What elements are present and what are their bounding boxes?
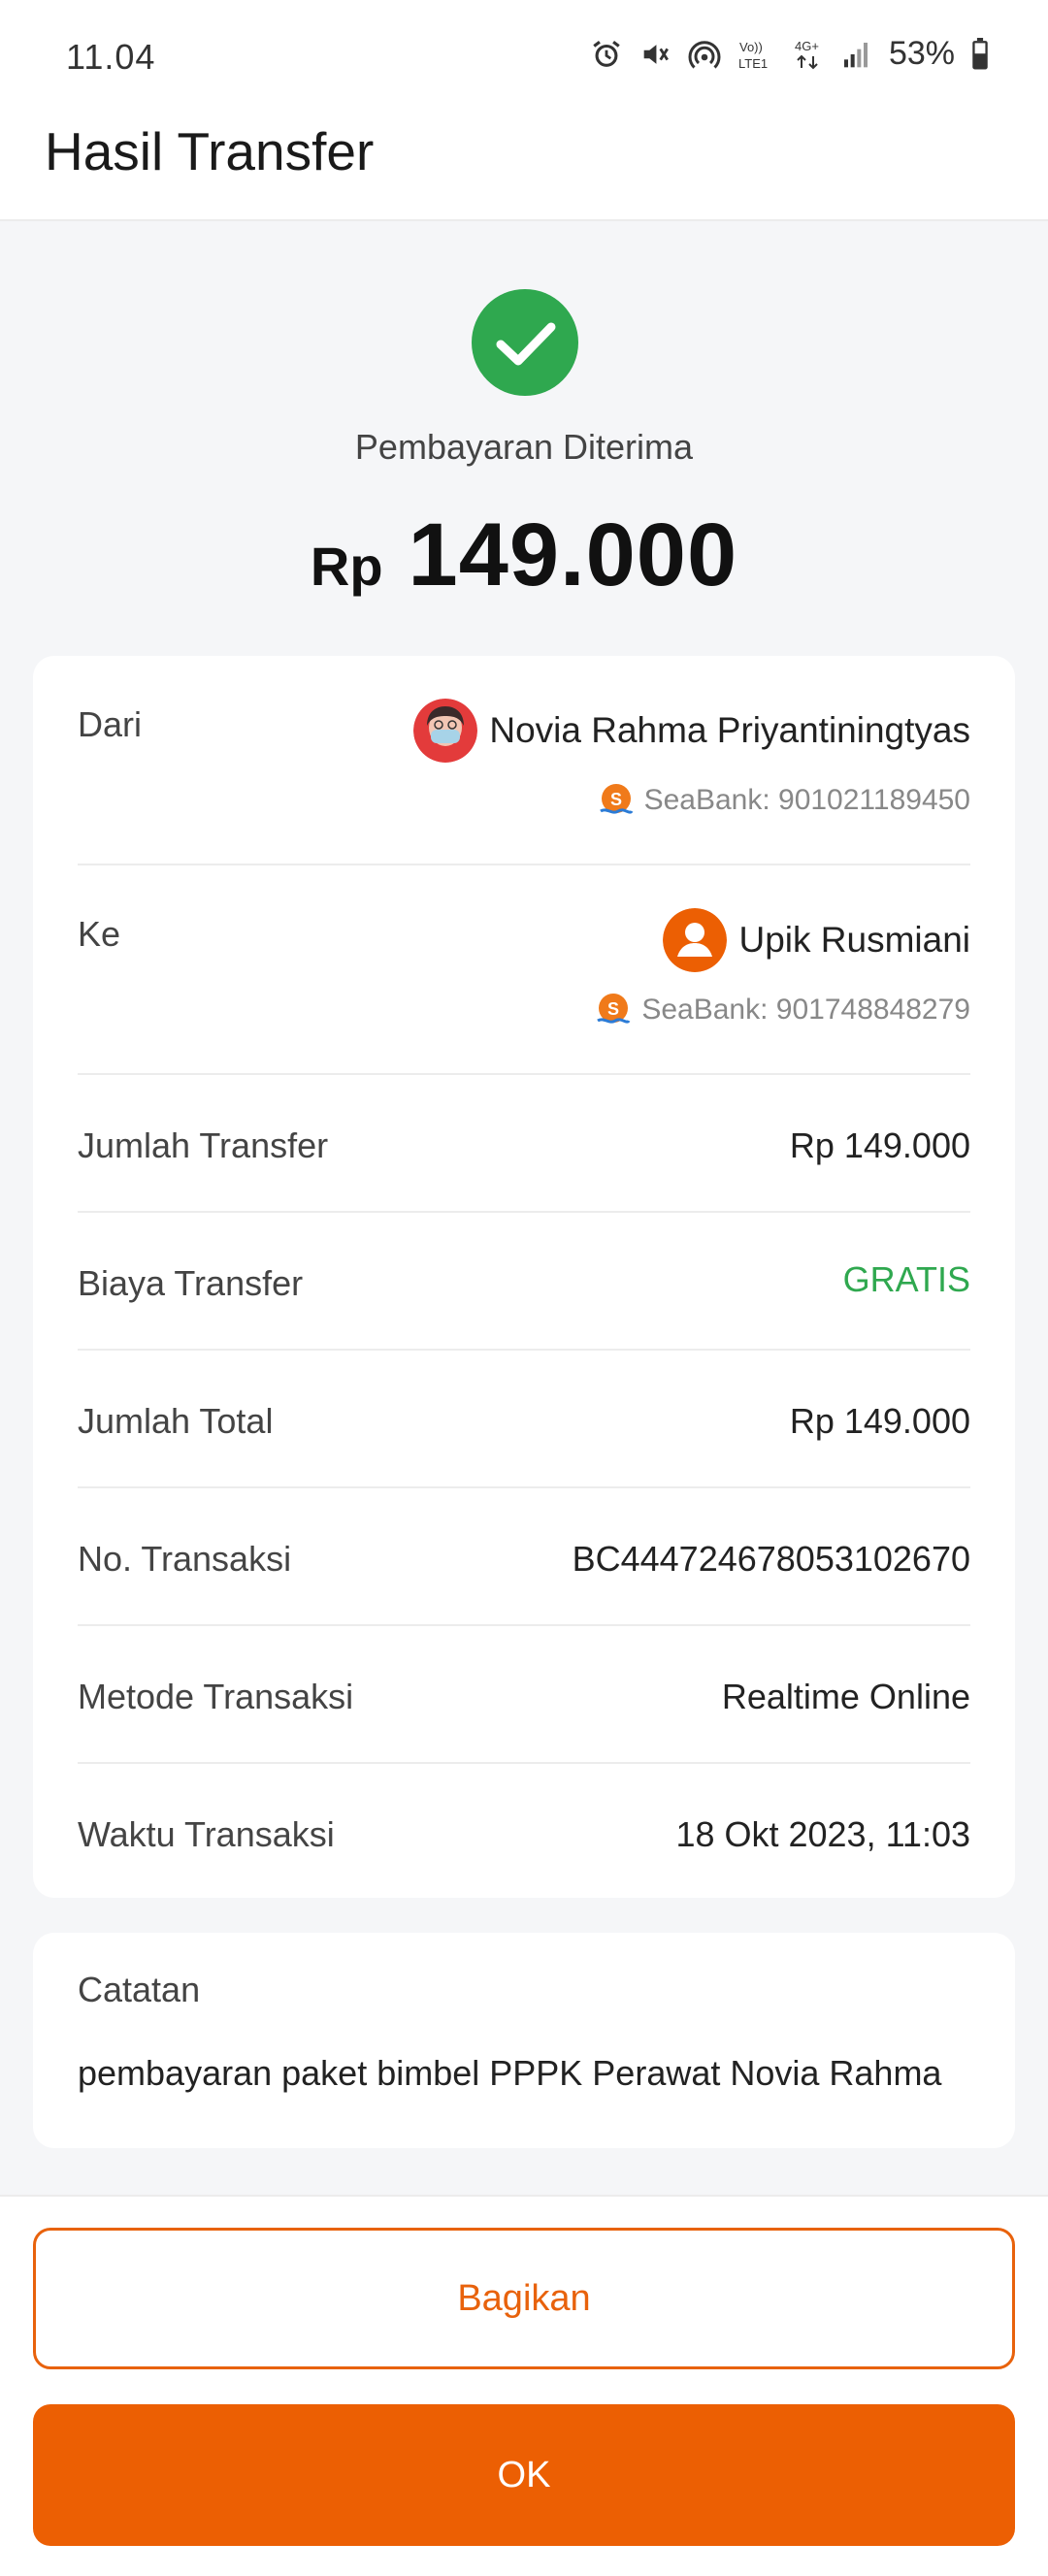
detail-row-total: Jumlah Total Rp 149.000 xyxy=(78,1351,970,1488)
mute-icon xyxy=(643,44,669,64)
svg-text:S: S xyxy=(607,999,619,1019)
note-text: pembayaran paket bimbel PPPK Perawat Nov… xyxy=(78,2053,942,2093)
to-row: Ke Upik Rusmiani S SeaBank: 901748848279 xyxy=(78,865,970,1075)
recipient-bank-account: SeaBank: 901748848279 xyxy=(641,994,970,1026)
svg-text:4G+: 4G+ xyxy=(795,39,819,53)
hotspot-icon xyxy=(688,40,721,69)
status-icons: Vo)) LTE1 4G+ 53% xyxy=(590,35,990,73)
detail-row-transfer-fee: Biaya Transfer GRATIS xyxy=(78,1213,970,1351)
status-bar: 11.04 Vo)) LTE1 4G+ 53% xyxy=(0,0,1048,116)
detail-label: Biaya Transfer xyxy=(78,1263,304,1303)
detail-value: BC444724678053102670 xyxy=(572,1539,970,1579)
detail-value: Realtime Online xyxy=(721,1677,970,1716)
sender-name: Novia Rahma Priyantiningtyas xyxy=(489,710,970,750)
from-row: Dari Novia Rahma Priyantiningtyas S SeaB… xyxy=(78,656,970,865)
detail-value: Rp 149.000 xyxy=(789,1401,970,1441)
status-time: 11.04 xyxy=(66,37,156,77)
share-button[interactable]: Bagikan xyxy=(33,2228,1015,2369)
note-label: Catatan xyxy=(78,1970,201,2009)
detail-value: 18 Okt 2023, 11:03 xyxy=(675,1814,970,1854)
detail-row-transaction-id: No. Transaksi BC444724678053102670 xyxy=(78,1488,970,1626)
volte-icon: Vo)) LTE1 xyxy=(738,40,768,71)
to-party: Upik Rusmiani xyxy=(663,908,970,972)
fee-free-badge: GRATIS xyxy=(842,1259,970,1299)
seabank-logo-icon: S xyxy=(599,784,633,814)
detail-label: Metode Transaksi xyxy=(78,1677,354,1716)
detail-row-method: Metode Transaksi Realtime Online xyxy=(78,1626,970,1764)
detail-value: Rp 149.000 xyxy=(789,1125,970,1165)
recipient-name: Upik Rusmiani xyxy=(738,920,970,960)
transaction-details-card: Dari Novia Rahma Priyantiningtyas S SeaB… xyxy=(33,656,1015,1898)
ok-button[interactable]: OK xyxy=(33,2404,1015,2546)
detail-row-transfer-amount: Jumlah Transfer Rp 149.000 xyxy=(78,1075,970,1213)
svg-text:S: S xyxy=(610,790,622,809)
detail-label: No. Transaksi xyxy=(78,1539,292,1579)
detail-label: Jumlah Total xyxy=(78,1401,274,1441)
battery-percent: 53% xyxy=(888,35,955,72)
success-check-icon xyxy=(472,289,578,396)
from-party: Novia Rahma Priyantiningtyas xyxy=(413,699,970,763)
amount-value: 149.000 xyxy=(408,505,738,604)
page-title: Hasil Transfer xyxy=(45,121,375,181)
detail-label: Waktu Transaksi xyxy=(78,1814,335,1854)
detail-label: Jumlah Transfer xyxy=(78,1125,329,1165)
alarm-icon xyxy=(593,40,620,67)
signal-icon xyxy=(843,42,868,67)
battery-icon xyxy=(972,37,988,69)
detail-row-time: Waktu Transaksi 18 Okt 2023, 11:03 xyxy=(78,1764,970,1898)
svg-text:LTE1: LTE1 xyxy=(738,56,768,71)
svg-text:Vo)): Vo)) xyxy=(739,40,763,54)
recipient-avatar-icon xyxy=(663,908,728,972)
sender-avatar xyxy=(413,699,478,763)
sender-bank-account: SeaBank: 901021189450 xyxy=(643,784,970,816)
network-type-icon: 4G+ xyxy=(795,39,819,69)
payment-status: Pembayaran Diterima xyxy=(354,427,694,467)
from-label: Dari xyxy=(78,704,143,744)
bottom-action-bar: Bagikan OK xyxy=(0,2195,1048,2576)
amount-currency: Rp xyxy=(310,536,383,597)
from-bank: S SeaBank: 901021189450 xyxy=(598,782,970,819)
transfer-amount: Rp 149.000 xyxy=(0,505,1048,606)
to-bank: S SeaBank: 901748848279 xyxy=(595,992,970,1028)
seabank-logo-icon: S xyxy=(597,994,631,1024)
note-card: Catatan pembayaran paket bimbel PPPK Per… xyxy=(33,1933,1015,2148)
app-header: Hasil Transfer xyxy=(0,116,1048,221)
to-label: Ke xyxy=(78,914,121,954)
